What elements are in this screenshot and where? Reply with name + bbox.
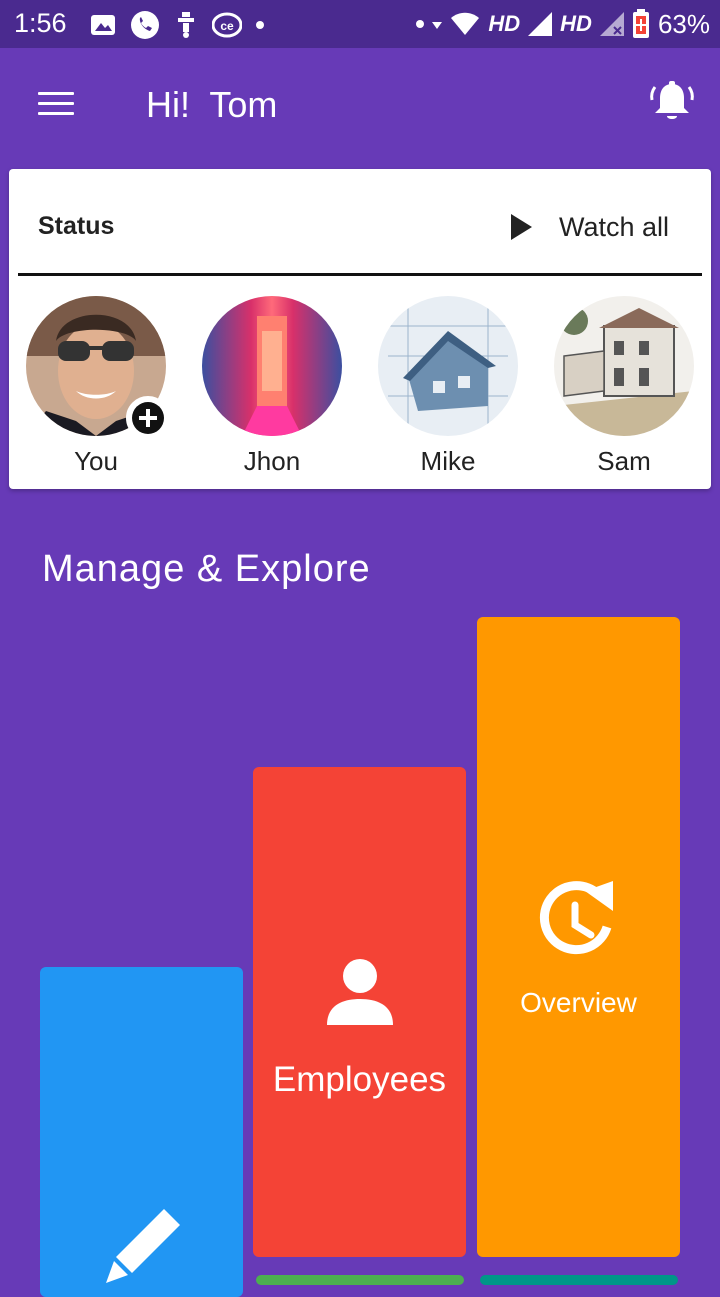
avatar (378, 296, 518, 436)
hamburger-menu-icon[interactable] (38, 92, 76, 120)
signal-icon (528, 12, 553, 36)
battery-percentage: 63% (657, 8, 710, 39)
network-type-label-2: HD (560, 11, 592, 36)
play-icon (510, 214, 532, 240)
dot-icon (416, 20, 425, 28)
bell-icon[interactable] (648, 78, 696, 126)
story-name: You (74, 446, 118, 476)
watch-all-button[interactable]: Watch all (509, 209, 669, 245)
system-indicators: HD HD 63% (416, 8, 710, 40)
battery-icon (632, 9, 649, 38)
wifi-icon (451, 12, 480, 35)
avatar (202, 296, 342, 436)
pencil-icon (106, 1209, 180, 1283)
next-tile-teal[interactable] (480, 1275, 678, 1285)
avatar (554, 296, 694, 436)
system-status-bar: 1:56 ce HD HD 63% (0, 0, 720, 48)
employees-tile[interactable]: Employees (253, 767, 466, 1257)
clock-refresh-icon (539, 881, 613, 955)
greeting-title: Hi! Tom (146, 84, 278, 125)
section-title: Manage & Explore (42, 548, 371, 590)
story-name: Sam (597, 446, 651, 476)
story-jhon[interactable]: Jhon (202, 296, 344, 476)
app-icon: ce (212, 12, 242, 38)
story-mike[interactable]: Mike (378, 296, 520, 476)
story-you[interactable]: You (26, 296, 170, 476)
status-card: Status Watch all You Jhon Mike Sam (9, 169, 711, 489)
gallery-icon (91, 15, 115, 35)
plus-icon[interactable] (126, 396, 170, 440)
employees-label: Employees (272, 1060, 447, 1099)
phone-icon (131, 11, 159, 39)
bike-app-icon (178, 12, 194, 38)
overview-label: Overview (520, 987, 637, 1018)
more-notifications-icon (256, 21, 264, 29)
divider (18, 273, 702, 276)
app-header: Hi! Tom (0, 48, 720, 162)
story-name: Jhon (243, 446, 301, 476)
next-tile-green[interactable] (256, 1275, 464, 1285)
notification-icons: ce (90, 10, 264, 40)
svg-text:ce: ce (220, 19, 234, 33)
overview-tile[interactable]: Overview (477, 617, 680, 1257)
person-icon (327, 959, 393, 1025)
story-name: Mike (420, 446, 476, 476)
story-sam[interactable]: Sam (554, 296, 696, 476)
signal-no-sim-icon (599, 12, 624, 36)
status-title: Status (38, 212, 115, 240)
watch-all-label: Watch all (558, 211, 669, 242)
edit-tile[interactable] (40, 967, 243, 1297)
data-arrow-icon (432, 22, 443, 29)
clock: 1:56 (14, 8, 67, 38)
network-type-label: HD (488, 11, 521, 36)
